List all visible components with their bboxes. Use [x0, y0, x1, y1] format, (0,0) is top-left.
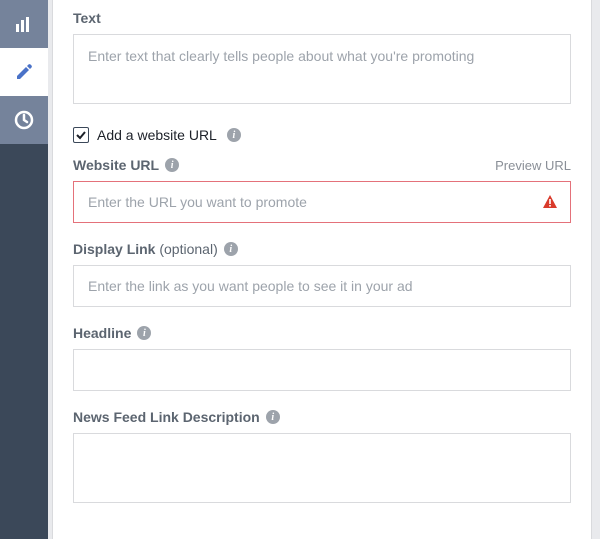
text-field-group: Text: [73, 10, 571, 109]
display-link-input[interactable]: [73, 265, 571, 307]
info-icon[interactable]: i: [165, 158, 179, 172]
preview-url-link[interactable]: Preview URL: [495, 158, 571, 173]
website-url-input[interactable]: [74, 182, 542, 222]
pencil-icon: [15, 63, 33, 81]
sidebar-item-analytics[interactable]: [0, 0, 48, 48]
headline-label: Headline: [73, 325, 131, 341]
info-icon[interactable]: i: [137, 326, 151, 340]
display-link-group: Display Link (optional) i: [73, 241, 571, 307]
text-input[interactable]: [73, 34, 571, 104]
text-label: Text: [73, 10, 101, 26]
info-icon[interactable]: i: [227, 128, 241, 142]
info-icon[interactable]: i: [224, 242, 238, 256]
headline-group: Headline i: [73, 325, 571, 391]
sidebar-item-edit[interactable]: [0, 48, 48, 96]
website-url-group: Website URL i Preview URL: [73, 157, 571, 223]
add-url-checkbox-row: Add a website URL i: [73, 127, 571, 143]
ad-form-panel: Text Add a website URL i Website URL i P…: [52, 0, 592, 539]
newsfeed-desc-label: News Feed Link Description: [73, 409, 260, 425]
bar-chart-icon: [14, 14, 34, 34]
info-icon[interactable]: i: [266, 410, 280, 424]
newsfeed-desc-group: News Feed Link Description i: [73, 409, 571, 508]
warning-icon: [542, 194, 558, 210]
sidebar-item-history[interactable]: [0, 96, 48, 144]
website-url-label: Website URL: [73, 157, 159, 173]
newsfeed-desc-input[interactable]: [73, 433, 571, 503]
form-outer: Text Add a website URL i Website URL i P…: [48, 0, 600, 539]
clock-icon: [14, 110, 34, 130]
website-url-input-wrapper: [73, 181, 571, 223]
add-url-checkbox-label: Add a website URL: [97, 127, 217, 143]
headline-input[interactable]: [73, 349, 571, 391]
display-link-label: Display Link (optional): [73, 241, 218, 257]
sidebar: [0, 0, 48, 539]
add-url-checkbox[interactable]: [73, 127, 89, 143]
